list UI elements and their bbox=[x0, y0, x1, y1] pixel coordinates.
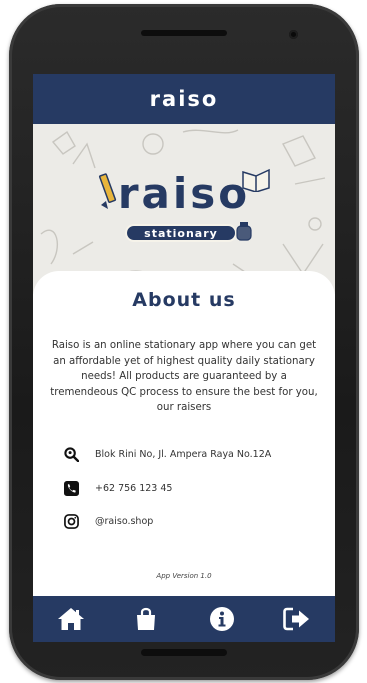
home-icon bbox=[57, 608, 84, 630]
ink-bottle-icon bbox=[236, 222, 252, 241]
phone-text: +62 756 123 45 bbox=[95, 482, 173, 494]
app-title: raiso bbox=[149, 87, 219, 111]
front-camera bbox=[289, 30, 298, 39]
nav-logout[interactable] bbox=[277, 599, 317, 639]
logo-subtitle: stationary bbox=[144, 226, 218, 240]
app-screen: raiso raiso stationary About us Raiso is… bbox=[33, 74, 335, 642]
address-text: Blok Rini No, Jl. Ampera Raya No.12A bbox=[95, 448, 272, 460]
brand-banner: raiso stationary bbox=[33, 124, 335, 294]
raiso-logo: raiso stationary bbox=[98, 166, 271, 256]
nav-home[interactable] bbox=[51, 599, 91, 639]
logout-icon bbox=[283, 607, 310, 631]
instagram-text: @raiso.shop bbox=[95, 515, 154, 527]
bottom-navigation bbox=[33, 596, 335, 642]
nav-info[interactable] bbox=[202, 599, 242, 639]
about-title: About us bbox=[132, 289, 236, 311]
location-search-icon bbox=[63, 446, 79, 462]
phone-icon bbox=[63, 480, 79, 496]
nav-shop[interactable] bbox=[126, 599, 166, 639]
bottom-speaker bbox=[141, 649, 227, 656]
phone-row[interactable]: +62 756 123 45 bbox=[63, 480, 172, 496]
instagram-row[interactable]: @raiso.shop bbox=[63, 513, 153, 529]
logo-subtitle-pill: stationary bbox=[125, 224, 237, 242]
shopping-bag-icon bbox=[137, 607, 156, 630]
instagram-icon bbox=[63, 513, 79, 529]
info-icon bbox=[209, 607, 234, 631]
earpiece-speaker bbox=[141, 30, 227, 36]
app-version: App Version 1.0 bbox=[156, 572, 212, 580]
about-card: About us Raiso is an online stationary a… bbox=[33, 271, 335, 596]
about-description: Raiso is an online stationary app where … bbox=[50, 340, 318, 413]
logo-word: raiso bbox=[117, 169, 251, 218]
app-bar: raiso bbox=[33, 74, 335, 124]
phone-frame: raiso raiso stationary About us Raiso is… bbox=[9, 4, 359, 680]
address-row[interactable]: Blok Rini No, Jl. Ampera Raya No.12A bbox=[63, 446, 271, 462]
